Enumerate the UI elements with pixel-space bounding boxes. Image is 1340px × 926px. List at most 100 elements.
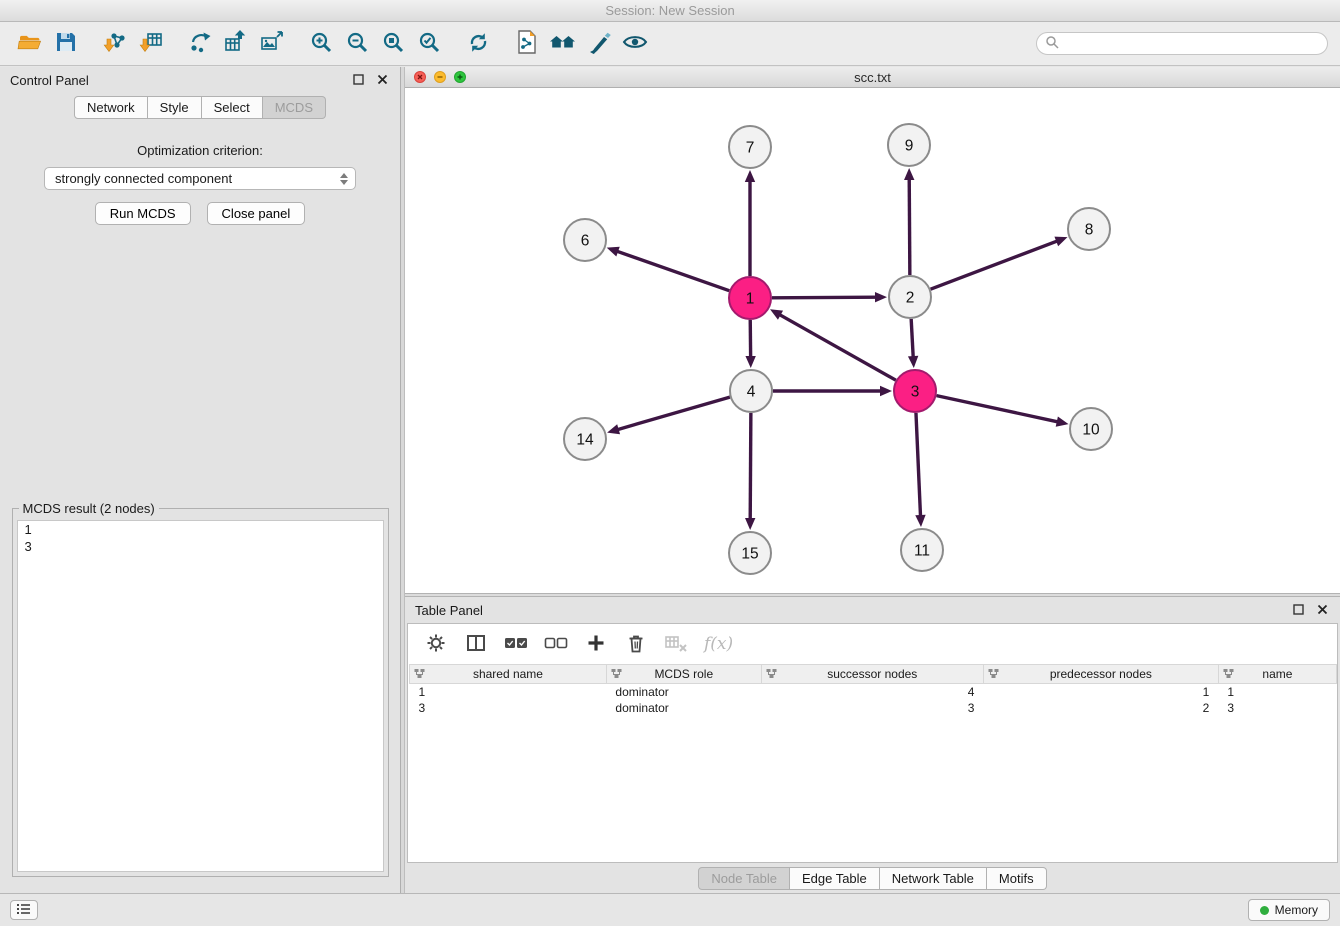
float-table-panel-button[interactable] <box>1290 602 1306 618</box>
open-file-button[interactable] <box>12 27 48 61</box>
table-cell[interactable]: 1 <box>1218 684 1336 700</box>
graph-edge-2-9[interactable] <box>904 168 914 275</box>
task-history-button[interactable] <box>10 900 38 920</box>
table-row[interactable]: 3dominator323 <box>410 700 1337 716</box>
graph-node-14[interactable]: 14 <box>564 418 606 460</box>
graph-node-11[interactable]: 11 <box>901 529 943 571</box>
select-all-rows-button[interactable] <box>504 632 528 656</box>
table-cell[interactable]: dominator <box>606 700 761 716</box>
mcds-result-item[interactable]: 3 <box>18 538 383 555</box>
search-box[interactable] <box>1036 32 1328 55</box>
select-stepper-icon <box>338 173 350 185</box>
table-cell[interactable]: 1 <box>410 684 607 700</box>
zoom-in-button[interactable] <box>303 27 339 61</box>
function-builder-button[interactable]: f(x) <box>704 634 733 654</box>
graph-node-3[interactable]: 3 <box>894 370 936 412</box>
table-settings-button[interactable] <box>424 632 448 656</box>
tab-network[interactable]: Network <box>74 96 148 119</box>
table-cell[interactable]: 2 <box>983 700 1218 716</box>
zoom-selected-button[interactable] <box>411 27 447 61</box>
graph-edge-1-6[interactable] <box>607 247 730 291</box>
graph-edge-4-3[interactable] <box>773 386 892 396</box>
tab-mcds[interactable]: MCDS <box>263 96 326 119</box>
network-canvas[interactable]: 7 9 6 8 1 2 4 3 14 10 15 11 <box>405 88 1340 593</box>
tab-edge-table[interactable]: Edge Table <box>790 867 880 890</box>
import-network-button[interactable] <box>97 27 133 61</box>
graph-node-7[interactable]: 7 <box>729 126 771 168</box>
search-icon <box>1045 35 1059 52</box>
graph-node-1[interactable]: 1 <box>729 277 771 319</box>
column-header-successor-nodes[interactable]: successor nodes <box>761 665 983 684</box>
memory-button[interactable]: Memory <box>1248 899 1330 921</box>
export-network-button[interactable] <box>182 27 218 61</box>
graph-node-4[interactable]: 4 <box>730 370 772 412</box>
close-table-panel-button[interactable] <box>1314 602 1330 618</box>
graph-edge-1-2[interactable] <box>772 292 887 302</box>
graph-edge-2-3[interactable] <box>908 319 918 368</box>
show-columns-button[interactable] <box>464 632 488 656</box>
column-header-name[interactable]: name <box>1218 665 1336 684</box>
window-titlebar: Session: New Session <box>0 0 1340 22</box>
table-cell[interactable]: 4 <box>761 684 983 700</box>
graph-node-8[interactable]: 8 <box>1068 208 1110 250</box>
graph-edge-4-14[interactable] <box>607 397 730 434</box>
graph-edge-4-15[interactable] <box>745 413 755 530</box>
graph-node-6[interactable]: 6 <box>564 219 606 261</box>
show-all-networks-button[interactable] <box>545 27 581 61</box>
optimization-select[interactable]: strongly connected component <box>44 167 356 190</box>
graph-edge-3-1[interactable] <box>770 309 896 380</box>
toggle-visibility-button[interactable] <box>617 27 653 61</box>
delete-column-button[interactable] <box>624 632 648 656</box>
tab-motifs[interactable]: Motifs <box>987 867 1047 890</box>
table-cell[interactable]: dominator <box>606 684 761 700</box>
zoom-out-button[interactable] <box>339 27 375 61</box>
import-table-button[interactable] <box>133 27 169 61</box>
export-table-button[interactable] <box>218 27 254 61</box>
graph-node-9[interactable]: 9 <box>888 124 930 166</box>
tab-style[interactable]: Style <box>148 96 202 119</box>
graph-edge-3-11[interactable] <box>915 413 925 527</box>
open-session-file-button[interactable] <box>509 27 545 61</box>
column-header-predecessor-nodes[interactable]: predecessor nodes <box>983 665 1218 684</box>
graph-node-15[interactable]: 15 <box>729 532 771 574</box>
tab-node-table[interactable]: Node Table <box>698 867 790 890</box>
refresh-layout-button[interactable] <box>460 27 496 61</box>
save-session-button[interactable] <box>48 27 84 61</box>
mcds-result-list[interactable]: 13 <box>17 520 384 872</box>
delete-table-button[interactable] <box>664 632 688 656</box>
apply-style-button[interactable] <box>581 27 617 61</box>
session-document-icon <box>514 29 540 58</box>
column-header-mcds-role[interactable]: MCDS role <box>606 665 761 684</box>
add-column-button[interactable] <box>584 632 608 656</box>
tab-network-table[interactable]: Network Table <box>880 867 987 890</box>
graph-edge-1-7[interactable] <box>745 170 755 276</box>
run-mcds-button[interactable]: Run MCDS <box>95 202 191 225</box>
table-row[interactable]: 1dominator411 <box>410 684 1337 700</box>
graph-node-2[interactable]: 2 <box>889 276 931 318</box>
network-window-title: scc.txt <box>405 70 1340 85</box>
export-image-button[interactable] <box>254 27 290 61</box>
mcds-result-item[interactable]: 1 <box>18 521 383 538</box>
tab-select[interactable]: Select <box>202 96 263 119</box>
table-cell[interactable]: 3 <box>1218 700 1336 716</box>
float-panel-button[interactable] <box>350 72 366 88</box>
svg-text:11: 11 <box>914 543 930 560</box>
deselect-all-rows-button[interactable] <box>544 632 568 656</box>
table-cell[interactable]: 1 <box>983 684 1218 700</box>
table-cell[interactable]: 3 <box>410 700 607 716</box>
search-input[interactable] <box>1064 36 1319 51</box>
float-icon <box>1293 603 1304 618</box>
column-type-icon <box>988 668 999 682</box>
zoom-fit-button[interactable] <box>375 27 411 61</box>
table-cell[interactable]: 3 <box>761 700 983 716</box>
select-all-icon <box>504 635 528 654</box>
graph-node-10[interactable]: 10 <box>1070 408 1112 450</box>
close-panel-action-button[interactable]: Close panel <box>207 202 306 225</box>
graph-edge-2-8[interactable] <box>931 237 1068 290</box>
close-panel-button[interactable] <box>374 72 390 88</box>
graph-edge-3-10[interactable] <box>937 396 1069 427</box>
main-toolbar <box>0 22 1340 66</box>
column-header-shared-name[interactable]: shared name <box>410 665 607 684</box>
column-header-label: successor nodes <box>827 667 917 681</box>
graph-edge-1-4[interactable] <box>745 320 755 368</box>
